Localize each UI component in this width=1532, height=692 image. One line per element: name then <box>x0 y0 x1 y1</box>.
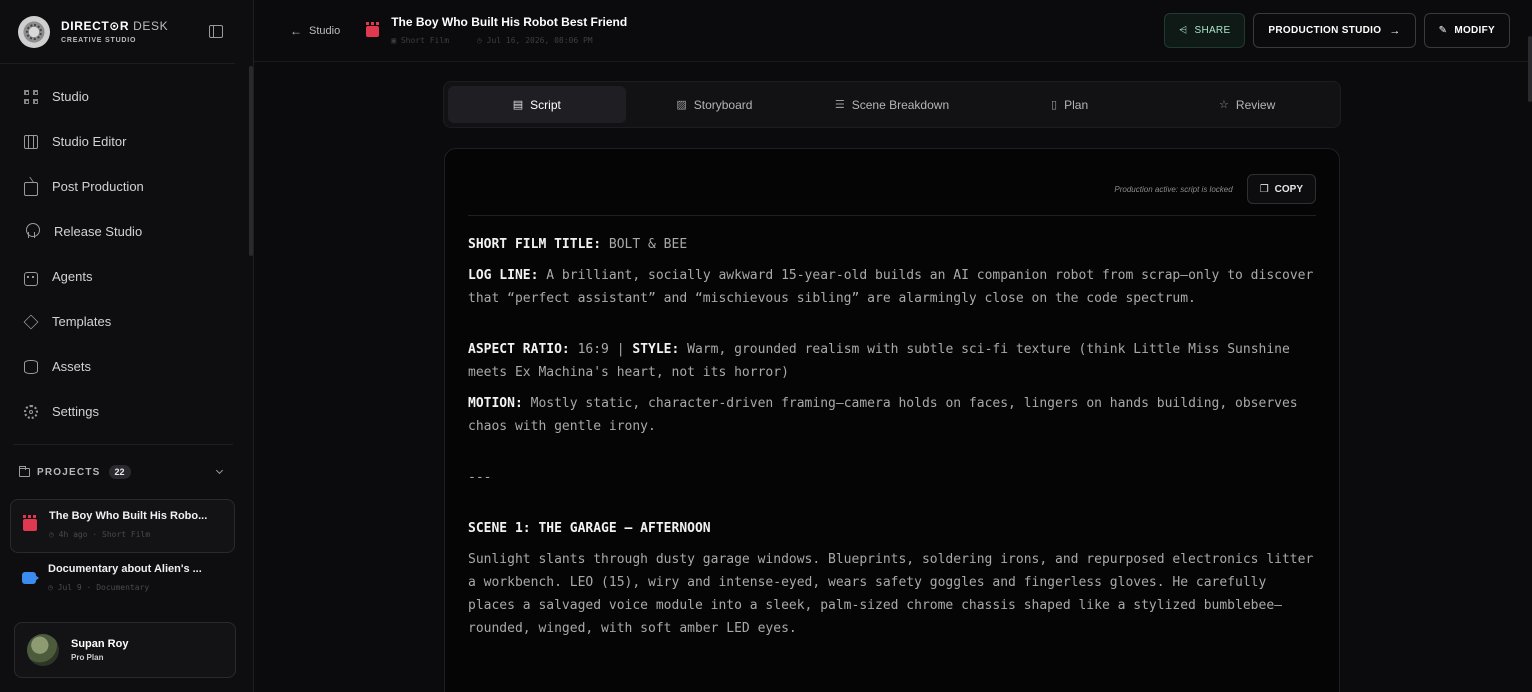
sidebar-item-agents[interactable]: Agents <box>0 254 253 299</box>
clipboard-icon: ▯ <box>1051 99 1058 111</box>
list-icon: ☰ <box>834 99 845 111</box>
project-item[interactable]: The Boy Who Built His Robo... ◷ 4h ago ·… <box>10 499 235 553</box>
image-icon: ▨ <box>676 99 687 111</box>
sidebar-item-label: Release Studio <box>54 224 143 239</box>
sidebar-item-label: Assets <box>52 359 92 374</box>
brand: DIRECT⊙R DESK CREATIVE STUDIO <box>0 0 235 64</box>
projects-heading: PROJECTS <box>37 466 101 478</box>
award-icon <box>26 222 40 238</box>
project-date: Jul 16, 2026, 08:06 PM <box>486 36 593 45</box>
page-meta: ▣ Short Film ◷ Jul 16, 2026, 08:06 PM <box>391 36 593 45</box>
share-button[interactable]: ⩤ SHARE <box>1164 13 1246 48</box>
arrow-left-icon: ← <box>290 23 302 38</box>
copy-icon: ❐ <box>1259 183 1269 195</box>
tab-scene-breakdown[interactable]: ☰ Scene Breakdown <box>803 86 981 123</box>
projects-header[interactable]: PROJECTS 22 <box>0 445 253 499</box>
layers-icon <box>23 314 39 329</box>
script-motion: MOTION: Mostly static, character-driven … <box>468 396 1298 434</box>
sidebar-item-settings[interactable]: Settings <box>0 389 253 434</box>
tab-plan[interactable]: ▯ Plan <box>981 86 1159 123</box>
sidebar-item-assets[interactable]: Assets <box>0 344 253 389</box>
arrow-right-icon: → <box>1389 24 1401 37</box>
script-aspect-style: ASPECT RATIO: 16:9 | STYLE: Warm, ground… <box>468 342 1290 380</box>
document-divider <box>468 215 1316 216</box>
share-icon: ⩤ <box>1179 25 1188 36</box>
star-icon: ☆ <box>1219 99 1229 111</box>
script-logline: LOG LINE: A brilliant, socially awkward … <box>468 268 1314 306</box>
project-type: Short Film <box>400 36 450 45</box>
copy-button[interactable]: ❐ COPY <box>1246 174 1316 204</box>
sidebar-scrollbar[interactable] <box>249 66 253 256</box>
main-scrollbar[interactable] <box>1528 36 1532 102</box>
top-bar: ← Studio The Boy Who Built His Robot Bes… <box>254 0 1532 62</box>
sidebar-item-label: Agents <box>52 269 93 284</box>
header-actions: ⩤ SHARE PRODUCTION STUDIO → ✎ MODIFY <box>1164 13 1510 48</box>
sidebar-item-label: Settings <box>52 404 99 419</box>
gear-icon <box>24 404 38 419</box>
projects-count-badge: 22 <box>108 465 131 479</box>
clapperboard-icon <box>366 22 380 37</box>
project-item[interactable]: Documentary about Alien's ... ◷ Jul 9 · … <box>10 553 235 607</box>
locked-note: Production active: script is locked <box>1114 184 1233 194</box>
back-to-studio-link[interactable]: ← Studio <box>290 24 340 38</box>
sidebar: DIRECT⊙R DESK CREATIVE STUDIO Studio Stu… <box>0 0 254 692</box>
sidebar-item-label: Templates <box>52 314 112 329</box>
sidebar-nav: Studio Studio Editor Post Production Rel… <box>0 64 253 434</box>
page-title: The Boy Who Built His Robot Best Friend <box>391 15 628 29</box>
clapperboard-icon <box>23 515 37 531</box>
tab-review[interactable]: ☆ Review <box>1158 86 1336 123</box>
scene-description: Sunlight slants through dusty garage win… <box>468 552 1314 636</box>
film-icon <box>24 134 38 149</box>
sidebar-item-post-production[interactable]: Post Production <box>0 164 253 209</box>
sidebar-item-templates[interactable]: Templates <box>0 299 253 344</box>
project-meta: ◷ 4h ago · Short Film <box>49 530 151 539</box>
script-document: Production active: script is locked ❐ CO… <box>444 148 1340 692</box>
grid-icon <box>24 89 38 104</box>
user-card[interactable]: Supan Roy Pro Plan <box>14 622 236 678</box>
folder-icon <box>19 465 30 477</box>
document-toolbar: Production active: script is locked ❐ CO… <box>468 173 1316 205</box>
database-icon <box>24 359 38 374</box>
bot-icon <box>24 271 38 286</box>
file-icon: ▤ <box>512 99 524 111</box>
modify-button[interactable]: ✎ MODIFY <box>1423 13 1510 48</box>
sidebar-item-label: Studio <box>52 89 89 104</box>
project-title: The Boy Who Built His Robo... <box>49 510 208 522</box>
script-text: SHORT FILM TITLE: BOLT & BEE LOG LINE: A… <box>468 233 1316 640</box>
sidebar-item-release-studio[interactable]: Release Studio <box>0 209 253 254</box>
video-camera-icon <box>22 572 39 584</box>
sidebar-collapse-icon[interactable] <box>209 25 223 38</box>
main-content: ← Studio The Boy Who Built His Robot Bes… <box>254 0 1532 692</box>
sidebar-item-label: Post Production <box>52 179 144 194</box>
tab-storyboard[interactable]: ▨ Storyboard <box>626 86 804 123</box>
film-reel-logo-icon <box>18 15 50 48</box>
tv-icon <box>24 181 38 196</box>
sidebar-item-studio-editor[interactable]: Studio Editor <box>0 119 253 164</box>
brand-title: DIRECT⊙R DESK <box>61 18 169 33</box>
pencil-icon: ✎ <box>1438 25 1448 36</box>
avatar <box>27 634 59 666</box>
back-label: Studio <box>309 24 341 37</box>
brand-subtitle: CREATIVE STUDIO <box>61 36 137 44</box>
script-separator: --- <box>468 470 492 485</box>
sidebar-item-studio[interactable]: Studio <box>0 74 253 119</box>
scene-heading: SCENE 1: THE GARAGE — AFTERNOON <box>468 521 711 536</box>
user-plan: Pro Plan <box>71 653 104 662</box>
project-title: Documentary about Alien's ... <box>48 563 202 575</box>
user-name: Supan Roy <box>71 638 129 650</box>
production-studio-button[interactable]: PRODUCTION STUDIO → <box>1253 13 1416 48</box>
view-tabs: ▤ Script ▨ Storyboard ☰ Scene Breakdown … <box>443 81 1341 128</box>
chevron-down-icon[interactable] <box>215 466 224 475</box>
sidebar-item-label: Studio Editor <box>52 134 127 149</box>
script-title-line: SHORT FILM TITLE: BOLT & BEE <box>468 237 688 252</box>
tab-script[interactable]: ▤ Script <box>448 86 626 123</box>
project-meta: ◷ Jul 9 · Documentary <box>48 583 150 592</box>
